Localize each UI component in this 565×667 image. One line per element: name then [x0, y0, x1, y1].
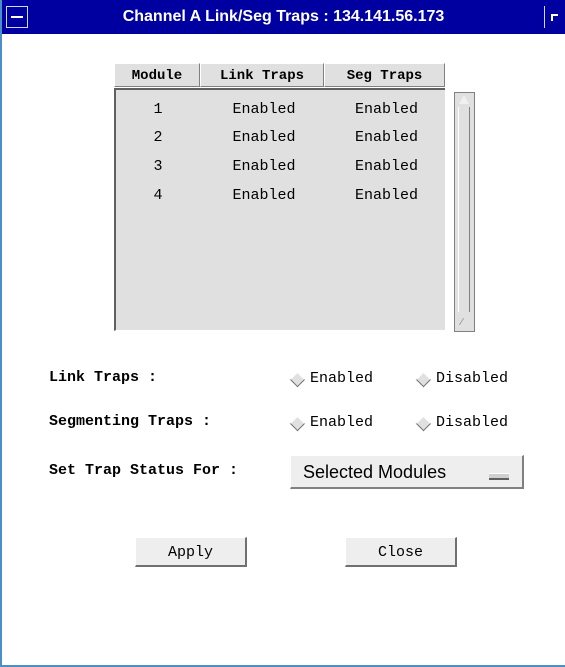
cell-link-traps: Enabled	[232, 101, 296, 118]
radio-diamond-icon	[415, 371, 432, 388]
title-bar[interactable]: Channel A Link/Seg Traps : 134.141.56.17…	[2, 0, 565, 34]
radio-label: Disabled	[436, 414, 509, 431]
seg-traps-disabled-radio[interactable]: Disabled	[415, 413, 536, 433]
table-row[interactable]: 4 Enabled Enabled	[116, 182, 445, 210]
set-trap-status-label: Set Trap Status For :	[49, 462, 239, 479]
cell-module: 3	[153, 158, 163, 175]
radio-diamond-icon	[289, 371, 306, 388]
cell-link-traps: Enabled	[232, 187, 296, 204]
table-row[interactable]: 2 Enabled Enabled	[116, 124, 445, 152]
option-menu-indicator-icon	[489, 473, 509, 480]
header-link-traps[interactable]: Link Traps	[200, 63, 324, 87]
cell-link-traps: Enabled	[232, 129, 296, 146]
scrollbar-thumb[interactable]	[458, 107, 470, 312]
trap-status-option-menu[interactable]: Selected Modules	[290, 455, 524, 489]
cell-seg-traps: Enabled	[354, 158, 418, 175]
radio-label: Enabled	[310, 414, 374, 431]
link-traps-label: Link Traps :	[49, 369, 158, 386]
radio-diamond-icon	[415, 415, 432, 432]
link-traps-disabled-radio[interactable]: Disabled	[415, 369, 536, 389]
module-list[interactable]: 1 Enabled Enabled 2 Enabled Enabled 3 En…	[114, 88, 445, 331]
table-row[interactable]: 1 Enabled Enabled	[116, 96, 445, 124]
seg-traps-enabled-radio[interactable]: Enabled	[289, 413, 400, 433]
cell-module: 1	[153, 101, 163, 118]
cell-seg-traps: Enabled	[354, 129, 418, 146]
cell-link-traps: Enabled	[232, 158, 296, 175]
list-scrollbar[interactable]: ∕	[454, 92, 475, 332]
cell-seg-traps: Enabled	[354, 187, 418, 204]
cell-module: 2	[153, 129, 163, 146]
scroll-up-arrow-icon[interactable]	[459, 95, 469, 104]
link-seg-traps-window: Channel A Link/Seg Traps : 134.141.56.17…	[0, 0, 565, 667]
segmenting-traps-label: Segmenting Traps :	[49, 413, 212, 430]
apply-button[interactable]: Apply	[135, 537, 247, 567]
radio-diamond-icon	[289, 415, 306, 432]
header-module[interactable]: Module	[114, 63, 200, 87]
option-menu-value: Selected Modules	[303, 462, 447, 482]
header-seg-traps[interactable]: Seg Traps	[324, 63, 445, 87]
table-row[interactable]: 3 Enabled Enabled	[116, 153, 445, 181]
radio-label: Disabled	[436, 370, 509, 387]
window-title: Channel A Link/Seg Traps : 134.141.56.17…	[122, 8, 445, 25]
maximize-icon	[551, 14, 558, 21]
link-traps-enabled-radio[interactable]: Enabled	[289, 369, 400, 389]
scroll-resize-icon: ∕	[461, 317, 463, 328]
window-maximize-button[interactable]	[544, 6, 564, 28]
radio-label: Enabled	[310, 370, 374, 387]
close-button[interactable]: Close	[345, 537, 457, 567]
cell-seg-traps: Enabled	[354, 101, 418, 118]
cell-module: 4	[153, 187, 163, 204]
